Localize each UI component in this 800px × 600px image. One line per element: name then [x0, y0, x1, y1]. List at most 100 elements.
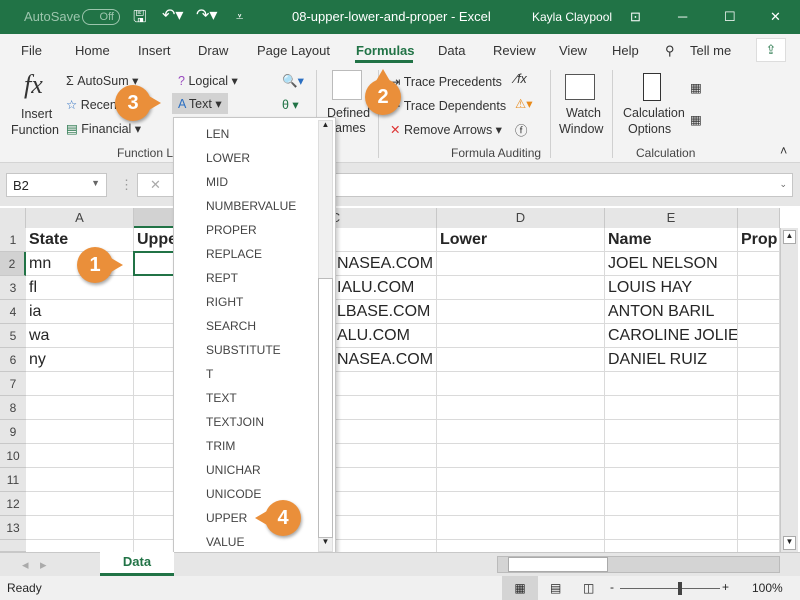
column-header-d[interactable]: D [437, 208, 605, 228]
dropdown-scroll-thumb[interactable] [318, 278, 333, 538]
cell-D5[interactable] [437, 324, 605, 348]
error-checking-icon[interactable]: ⚠▾ [515, 96, 532, 111]
cell-A11[interactable] [26, 468, 134, 492]
insert-function-label-2[interactable]: Function [11, 123, 59, 137]
cell-A10[interactable] [26, 444, 134, 468]
tab-insert[interactable]: Insert [138, 43, 171, 58]
redo-icon[interactable]: ↷▾ [196, 5, 217, 25]
cell-D2[interactable] [437, 252, 605, 276]
row-header-2[interactable]: 2 [0, 252, 26, 276]
menu-item-value[interactable]: VALUE [206, 535, 244, 549]
undo-icon[interactable]: ↶▾ [162, 5, 183, 25]
collapse-ribbon-icon[interactable]: ˄ [780, 144, 787, 158]
column-header-e[interactable]: E [605, 208, 738, 228]
tab-file[interactable]: File [21, 43, 42, 58]
sheet-tab-data[interactable]: Data [100, 552, 174, 576]
lookup-icon[interactable]: 🔍▾ [282, 73, 304, 89]
watch-window-icon[interactable] [565, 74, 595, 100]
cell-F8[interactable] [738, 396, 780, 420]
cancel-icon[interactable]: ✕ [150, 177, 161, 193]
menu-item-unicode[interactable]: UNICODE [206, 487, 261, 501]
cell-F2[interactable] [738, 252, 780, 276]
defined-names-label-2[interactable]: ames [335, 121, 366, 135]
cell-A4[interactable]: ia [26, 300, 134, 324]
cell-A3[interactable]: fl [26, 276, 134, 300]
calculate-now-icon[interactable]: ▦ [690, 80, 702, 95]
tell-me[interactable]: Tell me [690, 43, 731, 58]
horizontal-scrollbar[interactable] [497, 556, 780, 573]
zoom-level[interactable]: 100% [752, 581, 783, 595]
financial-button[interactable]: ▤ Financial ▾ [66, 121, 141, 136]
name-box[interactable]: B2 ▼ [6, 173, 107, 197]
row-header-9[interactable]: 9 [0, 420, 26, 444]
remove-arrows-button[interactable]: ✕ Remove Arrows ▾ [390, 122, 502, 137]
menu-item-rept[interactable]: REPT [206, 271, 238, 285]
fx-icon[interactable]: fx [24, 70, 43, 100]
cell-E7[interactable] [605, 372, 738, 396]
row-header-12[interactable]: 12 [0, 492, 26, 516]
menu-item-text[interactable]: TEXT [206, 391, 237, 405]
cell-E12[interactable] [605, 492, 738, 516]
vertical-scrollbar[interactable] [780, 228, 798, 552]
tab-page-layout[interactable]: Page Layout [257, 43, 330, 58]
row-header-13[interactable]: 13 [0, 516, 26, 540]
scroll-down-button[interactable]: ▼ [783, 536, 796, 550]
cell-F4[interactable] [738, 300, 780, 324]
row-header-3[interactable]: 3 [0, 276, 26, 300]
maximize-icon[interactable]: ☐ [724, 9, 736, 25]
page-layout-view-icon[interactable]: ▤ [550, 581, 561, 595]
cell-A9[interactable] [26, 420, 134, 444]
cell-F10[interactable] [738, 444, 780, 468]
row-header-14[interactable] [0, 540, 26, 552]
calculate-sheet-icon[interactable]: ▦ [690, 112, 702, 127]
cell-F11[interactable] [738, 468, 780, 492]
horizontal-scroll-thumb[interactable] [508, 557, 608, 572]
row-header-1[interactable]: 1 [0, 228, 26, 252]
cell-E9[interactable] [605, 420, 738, 444]
calculator-icon[interactable] [643, 73, 661, 101]
watch-window-label-2[interactable]: Window [559, 122, 603, 136]
dropdown-scroll-down-icon[interactable]: ▼ [319, 537, 332, 551]
cell-D6[interactable] [437, 348, 605, 372]
defined-names-icon[interactable] [332, 70, 362, 100]
column-header-f[interactable] [738, 208, 780, 228]
menu-item-numbervalue[interactable]: NUMBERVALUE [206, 199, 296, 213]
cell-F6[interactable] [738, 348, 780, 372]
cell-D10[interactable] [437, 444, 605, 468]
show-formulas-icon[interactable]: ⁄fx [515, 72, 527, 86]
calc-options-label-2[interactable]: Options [628, 122, 671, 136]
scroll-sheets-left-icon[interactable]: ◂ [22, 557, 29, 573]
column-header-a[interactable]: A [26, 208, 134, 228]
menu-item-replace[interactable]: REPLACE [206, 247, 262, 261]
cell-F3[interactable] [738, 276, 780, 300]
select-all-button[interactable] [0, 208, 26, 228]
cell-E6[interactable]: DANIEL RUIZ [605, 348, 738, 372]
menu-item-mid[interactable]: MID [206, 175, 228, 189]
cell-A5[interactable]: wa [26, 324, 134, 348]
tab-view[interactable]: View [559, 43, 587, 58]
cell-D1[interactable]: Lower [437, 228, 605, 252]
tab-review[interactable]: Review [493, 43, 536, 58]
cell-D13[interactable] [437, 516, 605, 540]
cell-D8[interactable] [437, 396, 605, 420]
logical-button[interactable]: ? Logical ▾ [178, 73, 238, 88]
menu-item-search[interactable]: SEARCH [206, 319, 256, 333]
share-icon[interactable]: ⇪ [756, 38, 786, 62]
cell-E5[interactable]: CAROLINE JOLIE [605, 324, 738, 348]
row-header-4[interactable]: 4 [0, 300, 26, 324]
menu-item-right[interactable]: RIGHT [206, 295, 243, 309]
page-break-view-icon[interactable]: ◫ [583, 581, 594, 595]
user-name[interactable]: Kayla Claypool [532, 10, 612, 24]
cell-E4[interactable]: ANTON BARIL [605, 300, 738, 324]
math-icon[interactable]: θ ▾ [282, 97, 299, 112]
row-header-10[interactable]: 10 [0, 444, 26, 468]
tab-draw[interactable]: Draw [198, 43, 228, 58]
minimize-icon[interactable]: ─ [678, 9, 687, 24]
cell-A12[interactable] [26, 492, 134, 516]
trace-precedents-button[interactable]: ⇥ Trace Precedents [390, 74, 502, 89]
menu-item-unichar[interactable]: UNICHAR [206, 463, 261, 477]
cell-A6[interactable]: ny [26, 348, 134, 372]
zoom-out-button[interactable]: - [610, 580, 614, 594]
dropdown-scroll-up-icon[interactable]: ▲ [319, 120, 332, 134]
cell-D7[interactable] [437, 372, 605, 396]
